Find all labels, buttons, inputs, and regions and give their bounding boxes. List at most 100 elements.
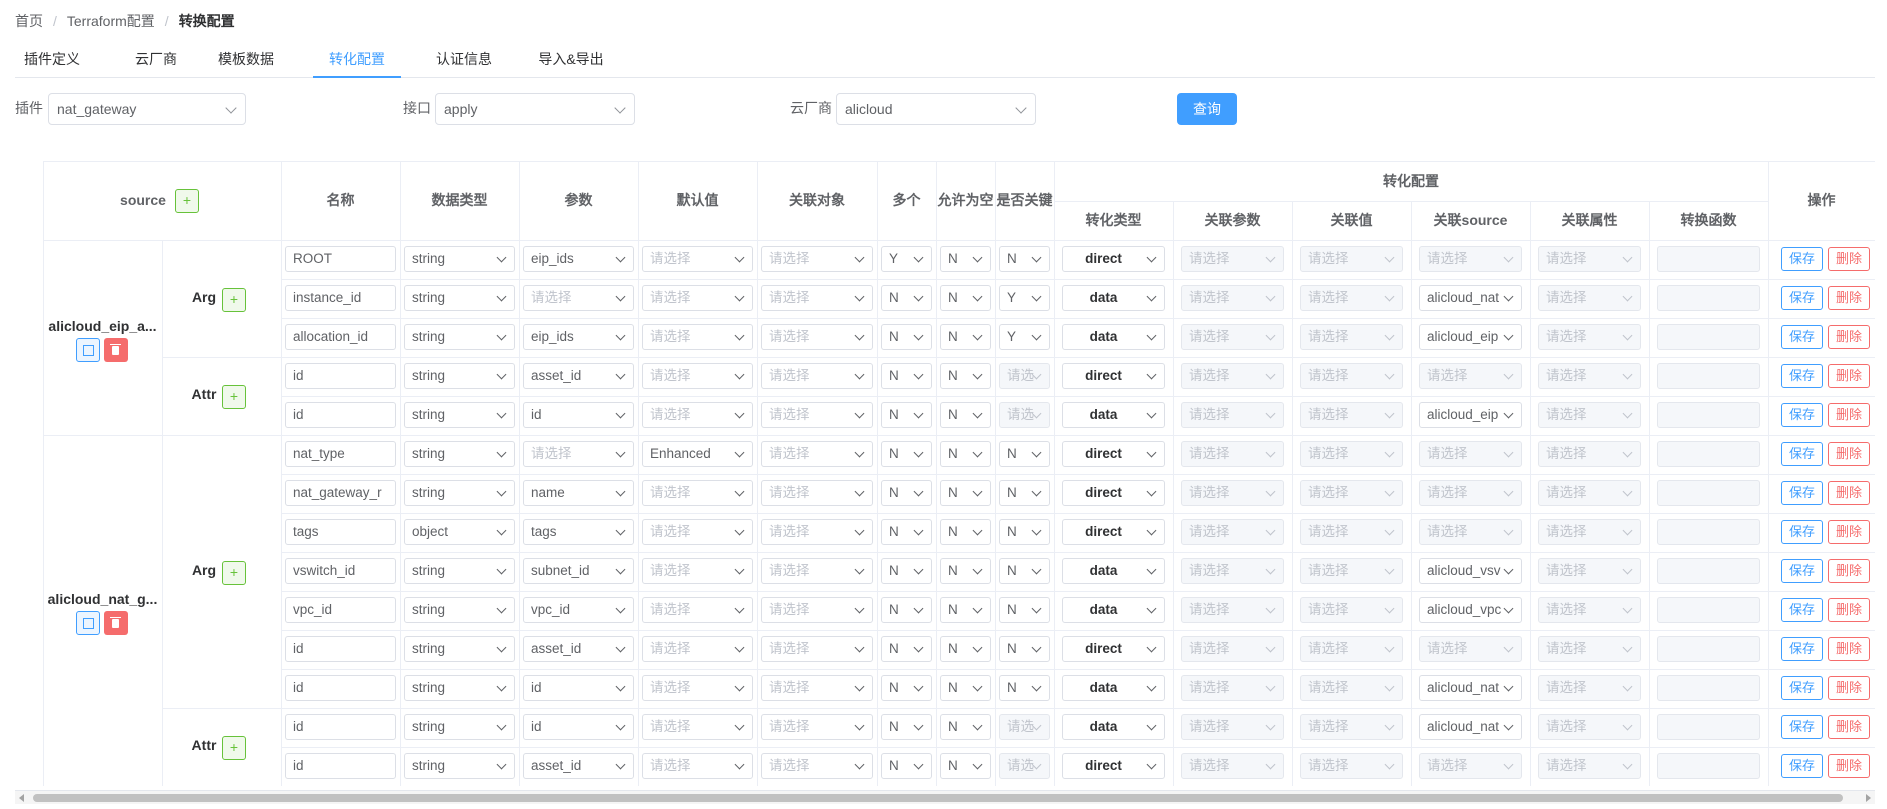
api-select[interactable]: apply: [435, 93, 635, 125]
param-select[interactable]: id: [523, 402, 634, 428]
data-type-select[interactable]: string: [404, 441, 515, 467]
conversion-type-select[interactable]: data: [1062, 402, 1165, 428]
param-select[interactable]: asset_id: [523, 636, 634, 662]
name-input[interactable]: instance_id: [285, 285, 396, 311]
multiple-select[interactable]: N: [881, 402, 932, 428]
default-select[interactable]: 请选择: [642, 246, 753, 272]
breadcrumb-terraform[interactable]: Terraform配置: [67, 11, 155, 31]
delete-button[interactable]: 删除: [1828, 520, 1870, 544]
related-object-select[interactable]: 请选择: [761, 675, 873, 701]
scrollbar-thumb[interactable]: [33, 794, 1843, 802]
save-button[interactable]: 保存: [1781, 481, 1823, 505]
conversion-type-select[interactable]: data: [1062, 285, 1165, 311]
name-input[interactable]: ROOT: [285, 246, 396, 272]
default-select[interactable]: Enhanced: [642, 441, 753, 467]
name-input[interactable]: vswitch_id: [285, 558, 396, 584]
nullable-select[interactable]: N: [940, 753, 991, 779]
data-type-select[interactable]: string: [404, 714, 515, 740]
key-select[interactable]: Y: [999, 324, 1050, 350]
name-input[interactable]: id: [285, 402, 396, 428]
data-type-select[interactable]: string: [404, 402, 515, 428]
key-select[interactable]: N: [999, 246, 1050, 272]
name-input[interactable]: nat_type: [285, 441, 396, 467]
conversion-type-select[interactable]: direct: [1062, 753, 1165, 779]
related-source-select[interactable]: alicloud_nat: [1419, 675, 1522, 701]
save-button[interactable]: 保存: [1781, 754, 1823, 778]
multiple-select[interactable]: N: [881, 558, 932, 584]
related-object-select[interactable]: 请选择: [761, 597, 873, 623]
edit-resource-button[interactable]: [76, 337, 100, 362]
name-input[interactable]: id: [285, 636, 396, 662]
delete-button[interactable]: 删除: [1828, 286, 1870, 310]
param-select[interactable]: asset_id: [523, 363, 634, 389]
save-button[interactable]: 保存: [1781, 403, 1823, 427]
conversion-type-select[interactable]: direct: [1062, 636, 1165, 662]
related-object-select[interactable]: 请选择: [761, 714, 873, 740]
multiple-select[interactable]: N: [881, 285, 932, 311]
multiple-select[interactable]: N: [881, 519, 932, 545]
related-source-select[interactable]: alicloud_nat: [1419, 714, 1522, 740]
delete-button[interactable]: 删除: [1828, 598, 1870, 622]
save-button[interactable]: 保存: [1781, 715, 1823, 739]
key-select[interactable]: N: [999, 441, 1050, 467]
multiple-select[interactable]: N: [881, 597, 932, 623]
name-input[interactable]: id: [285, 753, 396, 779]
default-select[interactable]: 请选择: [642, 714, 753, 740]
key-select[interactable]: N: [999, 636, 1050, 662]
delete-button[interactable]: 删除: [1828, 715, 1870, 739]
default-select[interactable]: 请选择: [642, 480, 753, 506]
conversion-type-select[interactable]: direct: [1062, 480, 1165, 506]
data-type-select[interactable]: string: [404, 636, 515, 662]
breadcrumb-home[interactable]: 首页: [15, 11, 43, 31]
param-select[interactable]: subnet_id: [523, 558, 634, 584]
data-type-select[interactable]: string: [404, 753, 515, 779]
data-type-select[interactable]: string: [404, 558, 515, 584]
tab-cloud-vendor[interactable]: 云厂商: [119, 44, 193, 78]
save-button[interactable]: 保存: [1781, 559, 1823, 583]
default-select[interactable]: 请选择: [642, 519, 753, 545]
conversion-type-select[interactable]: data: [1062, 558, 1165, 584]
data-type-select[interactable]: object: [404, 519, 515, 545]
default-select[interactable]: 请选择: [642, 675, 753, 701]
conversion-type-select[interactable]: direct: [1062, 441, 1165, 467]
delete-button[interactable]: 删除: [1828, 325, 1870, 349]
related-source-select[interactable]: alicloud_vpc: [1419, 597, 1522, 623]
nullable-select[interactable]: N: [940, 324, 991, 350]
default-select[interactable]: 请选择: [642, 285, 753, 311]
nullable-select[interactable]: N: [940, 402, 991, 428]
multiple-select[interactable]: N: [881, 363, 932, 389]
name-input[interactable]: tags: [285, 519, 396, 545]
default-select[interactable]: 请选择: [642, 324, 753, 350]
tab-import-export[interactable]: 导入&导出: [531, 44, 611, 78]
related-object-select[interactable]: 请选择: [761, 285, 873, 311]
conversion-type-select[interactable]: data: [1062, 324, 1165, 350]
nullable-select[interactable]: N: [940, 597, 991, 623]
multiple-select[interactable]: N: [881, 324, 932, 350]
conversion-type-select[interactable]: data: [1062, 675, 1165, 701]
save-button[interactable]: 保存: [1781, 442, 1823, 466]
add-row-button[interactable]: +: [222, 385, 246, 409]
nullable-select[interactable]: N: [940, 246, 991, 272]
delete-button[interactable]: 删除: [1828, 442, 1870, 466]
multiple-select[interactable]: N: [881, 480, 932, 506]
name-input[interactable]: id: [285, 714, 396, 740]
horizontal-scrollbar[interactable]: [15, 790, 1875, 804]
related-object-select[interactable]: 请选择: [761, 480, 873, 506]
save-button[interactable]: 保存: [1781, 325, 1823, 349]
delete-button[interactable]: 删除: [1828, 247, 1870, 271]
name-input[interactable]: id: [285, 675, 396, 701]
delete-button[interactable]: 删除: [1828, 754, 1870, 778]
conversion-type-select[interactable]: direct: [1062, 246, 1165, 272]
related-source-select[interactable]: alicloud_eip: [1419, 402, 1522, 428]
param-select[interactable]: eip_ids: [523, 324, 634, 350]
delete-button[interactable]: 删除: [1828, 676, 1870, 700]
delete-button[interactable]: 删除: [1828, 481, 1870, 505]
name-input[interactable]: id: [285, 363, 396, 389]
delete-resource-button[interactable]: [104, 610, 128, 635]
related-object-select[interactable]: 请选择: [761, 441, 873, 467]
scroll-right-arrow-icon[interactable]: [1866, 794, 1871, 802]
key-select[interactable]: N: [999, 675, 1050, 701]
multiple-select[interactable]: N: [881, 753, 932, 779]
add-row-button[interactable]: +: [222, 287, 246, 312]
data-type-select[interactable]: string: [404, 324, 515, 350]
